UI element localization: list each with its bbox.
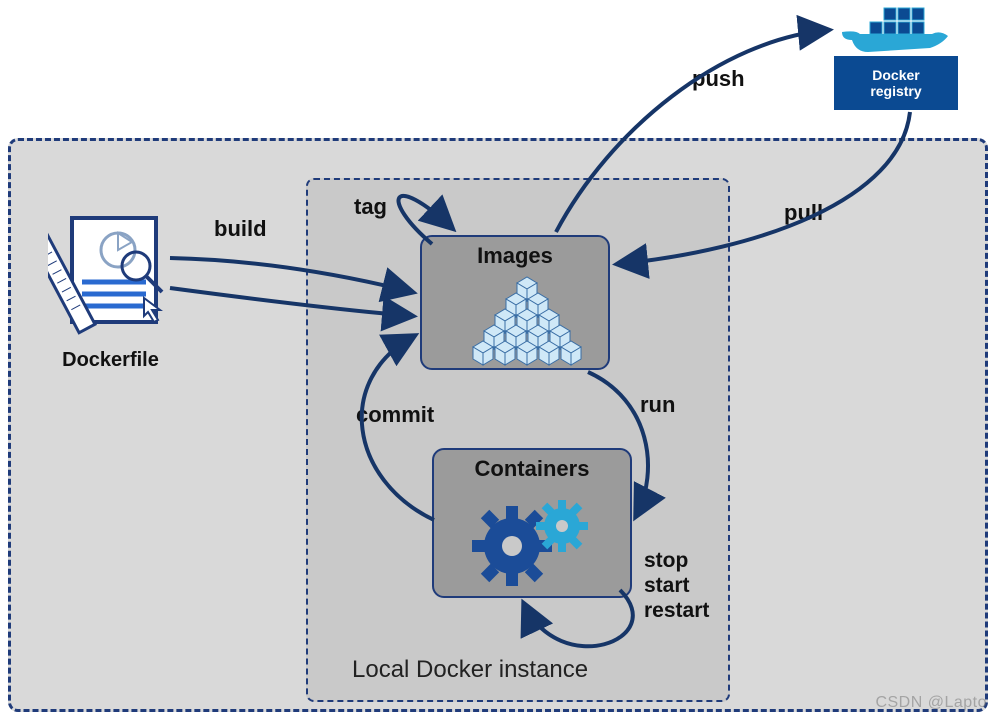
dockerfile-label: Dockerfile	[48, 349, 173, 372]
local-docker-label: Local Docker instance	[352, 656, 588, 684]
edge-label-tag: tag	[354, 194, 387, 220]
cubes-pyramid-icon	[422, 271, 612, 367]
edge-label-restart: restart	[644, 598, 709, 623]
edge-label-build: build	[214, 216, 267, 242]
registry-label-2: registry	[870, 83, 921, 99]
edge-label-pull: pull	[784, 200, 823, 226]
watermark-text: CSDN @Lapto	[875, 694, 987, 712]
containers-node: Containers	[432, 448, 632, 598]
edge-label-push: push	[692, 66, 745, 92]
edge-label-start: start	[644, 573, 709, 598]
edge-label-commit: commit	[356, 402, 434, 428]
gears-icon	[434, 484, 634, 594]
registry-label-1: Docker	[872, 67, 919, 83]
edge-label-run: run	[640, 392, 675, 418]
images-label: Images	[422, 237, 608, 271]
edge-label-lifecycle: stop start restart	[644, 548, 709, 624]
registry-node: Docker registry	[834, 56, 958, 110]
docker-whale-icon	[832, 0, 960, 60]
edge-label-stop: stop	[644, 548, 709, 573]
diagram-canvas: Local Docker instance Dockerfile Images	[0, 0, 993, 716]
dockerfile-icon	[48, 198, 173, 338]
images-node: Images	[420, 235, 610, 370]
dockerfile-node: Dockerfile	[48, 198, 173, 372]
containers-label: Containers	[434, 450, 630, 484]
